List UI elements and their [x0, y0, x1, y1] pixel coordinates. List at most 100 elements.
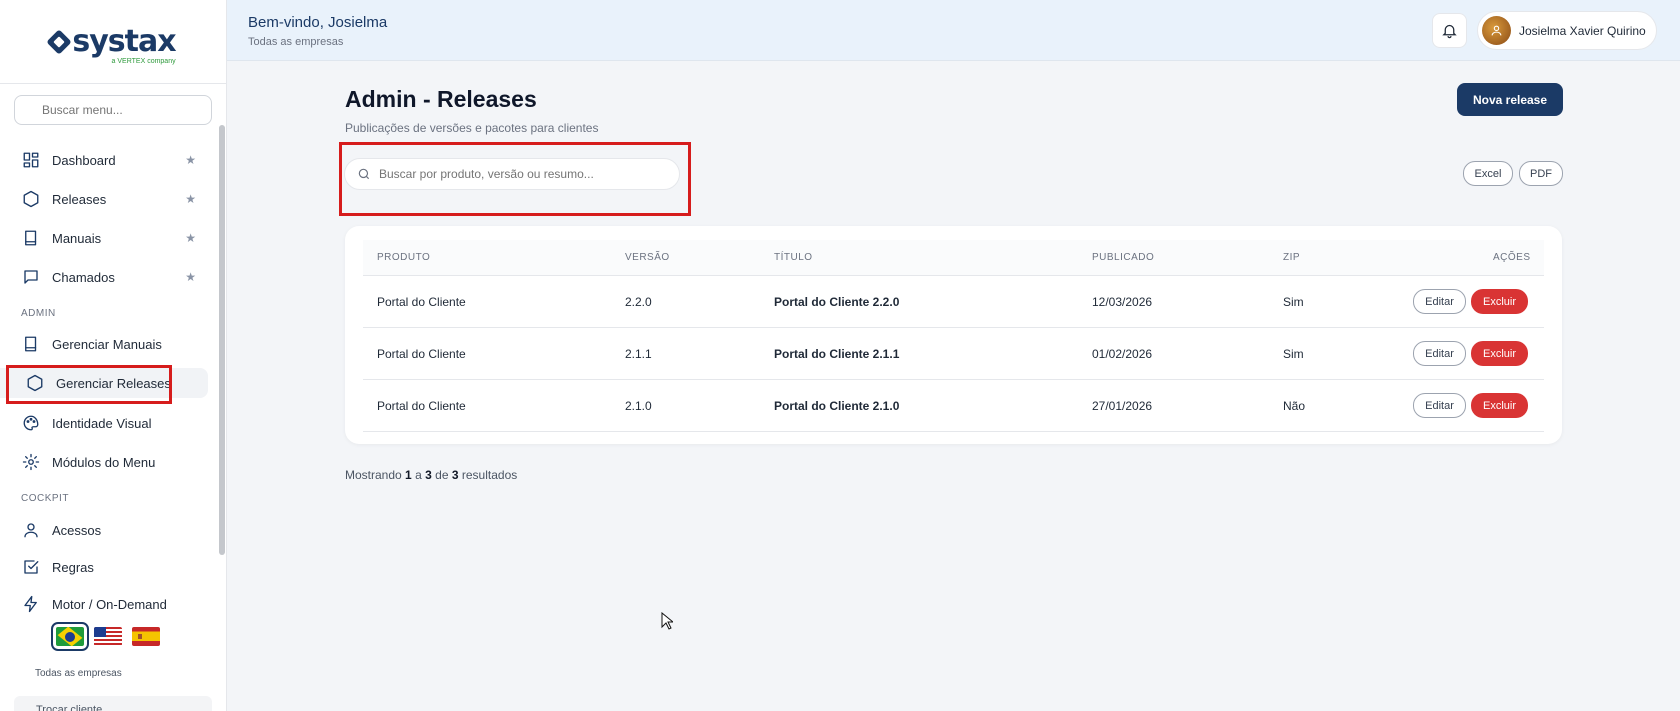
- sidebar: systax a VERTEX company Dashboard ★ Rele…: [0, 0, 227, 711]
- column-header[interactable]: VERSÃO: [625, 252, 670, 263]
- page-subtitle: Publicações de versões e pacotes para cl…: [345, 121, 599, 135]
- section-cockpit: COCKPIT: [21, 493, 69, 504]
- sidebar-item-chamados[interactable]: Chamados ★: [0, 262, 216, 292]
- palette-icon: [23, 415, 39, 431]
- sidebar-item-dashboard[interactable]: Dashboard ★: [0, 145, 216, 175]
- mouse-cursor-icon: [661, 612, 673, 630]
- column-header[interactable]: ZIP: [1283, 252, 1300, 263]
- notifications-button[interactable]: [1432, 13, 1467, 48]
- user-name: Josielma Xavier Quirino: [1519, 23, 1646, 38]
- sidebar-item-identidade-visual[interactable]: Identidade Visual: [0, 408, 216, 438]
- page-title: Admin - Releases: [345, 86, 537, 112]
- edit-button[interactable]: Editar: [1413, 393, 1466, 418]
- sidebar-item-motor-on-demand[interactable]: Motor / On-Demand: [0, 589, 216, 619]
- table-row: Portal do Cliente 2.2.0 Portal do Client…: [363, 276, 1544, 328]
- cell-publicado: 12/03/2026: [1092, 295, 1153, 309]
- pager-de: de: [435, 468, 449, 482]
- highlight-box: [6, 365, 172, 404]
- checkbox-icon: [24, 560, 39, 574]
- sidebar-item-modulos-do-menu[interactable]: Módulos do Menu: [0, 447, 216, 477]
- sidebar-scrollbar[interactable]: [219, 125, 225, 555]
- cell-publicado: 27/01/2026: [1092, 399, 1153, 413]
- column-header: AÇÕES: [1493, 252, 1531, 263]
- sidebar-item-regras[interactable]: Regras: [0, 552, 216, 582]
- sidebar-item-manuais[interactable]: Manuais ★: [0, 223, 216, 253]
- column-header[interactable]: PUBLICADO: [1092, 252, 1154, 263]
- logo-area: systax a VERTEX company: [0, 0, 226, 84]
- releases-table: PRODUTO VERSÃO TÍTULO PUBLICADO ZIP AÇÕE…: [345, 226, 1562, 444]
- menu-search-input[interactable]: [14, 95, 212, 125]
- sidebar-item-label: Identidade Visual: [52, 415, 152, 431]
- cell-produto: Portal do Cliente: [377, 347, 466, 361]
- cell-titulo: Portal do Cliente 2.1.1: [774, 347, 900, 361]
- cell-versao: 2.1.1: [625, 347, 652, 361]
- switch-client-button[interactable]: Trocar cliente: [14, 696, 212, 711]
- cell-publicado: 01/02/2026: [1092, 347, 1153, 361]
- cell-produto: Portal do Cliente: [377, 295, 466, 309]
- logo-mark: [46, 28, 73, 55]
- table-row: Portal do Cliente 2.1.1 Portal do Client…: [363, 328, 1544, 380]
- brand-logo[interactable]: systax a VERTEX company: [46, 23, 177, 65]
- dashboard-icon: [23, 152, 39, 168]
- flag-spain-icon[interactable]: [132, 627, 160, 646]
- star-icon[interactable]: ★: [185, 231, 196, 245]
- sidebar-item-label: Motor / On-Demand: [52, 596, 167, 612]
- user-icon: [1491, 25, 1502, 36]
- sidebar-item-gerenciar-manuais[interactable]: Gerenciar Manuais: [0, 329, 216, 359]
- bolt-icon: [24, 595, 37, 613]
- sidebar-item-label: Releases: [52, 191, 107, 207]
- pagination-summary: Mostrando 1 a 3 de 3 resultados: [345, 468, 517, 482]
- sidebar-item-label: Módulos do Menu: [52, 454, 156, 470]
- company-scope: Todas as empresas: [248, 36, 344, 48]
- star-icon[interactable]: ★: [185, 192, 196, 206]
- sidebar-item-label: Regras: [52, 559, 94, 575]
- top-header: Bem-vindo, Josielma Todas as empresas Jo…: [227, 0, 1680, 61]
- user-menu-button[interactable]: Josielma Xavier Quirino: [1477, 11, 1657, 50]
- brand-tagline: a VERTEX company: [111, 57, 176, 65]
- star-icon[interactable]: ★: [185, 270, 196, 284]
- brand-name: systax: [72, 23, 176, 59]
- sidebar-item-label: Dashboard: [52, 152, 116, 168]
- pager-from: 1: [405, 468, 412, 482]
- column-header[interactable]: TÍTULO: [774, 252, 813, 263]
- highlight-box: [339, 142, 691, 216]
- delete-button[interactable]: Excluir: [1471, 393, 1528, 418]
- edit-button[interactable]: Editar: [1413, 289, 1466, 314]
- pager-prefix: Mostrando: [345, 468, 402, 482]
- cell-versao: 2.1.0: [625, 399, 652, 413]
- table-row: Portal do Cliente 2.1.0 Portal do Client…: [363, 380, 1544, 432]
- delete-button[interactable]: Excluir: [1471, 341, 1528, 366]
- cell-titulo: Portal do Cliente 2.2.0: [774, 295, 900, 309]
- new-release-button[interactable]: Nova release: [1457, 83, 1563, 116]
- user-icon: [24, 523, 38, 538]
- sidebar-item-label: Acessos: [52, 522, 102, 538]
- cell-versao: 2.2.0: [625, 295, 652, 309]
- sidebar-item-label: Manuais: [52, 230, 102, 246]
- pager-suffix: resultados: [461, 468, 518, 482]
- sidebar-item-acessos[interactable]: Acessos: [0, 515, 216, 545]
- sidebar-item-label: Chamados: [52, 269, 115, 285]
- cell-produto: Portal do Cliente: [377, 399, 466, 413]
- welcome-text: Bem-vindo, Josielma: [248, 14, 388, 31]
- export-pdf-button[interactable]: PDF: [1519, 161, 1563, 186]
- edit-button[interactable]: Editar: [1413, 341, 1466, 366]
- column-header[interactable]: PRODUTO: [377, 252, 430, 263]
- flag-usa-icon[interactable]: [94, 627, 122, 646]
- company-label: Todas as empresas: [35, 668, 122, 679]
- pager-total: 3: [451, 468, 459, 482]
- flag-brazil-icon[interactable]: [51, 622, 89, 651]
- chat-icon: [24, 270, 38, 284]
- delete-button[interactable]: Excluir: [1471, 289, 1528, 314]
- sidebar-item-releases[interactable]: Releases ★: [0, 184, 216, 214]
- export-excel-button[interactable]: Excel: [1463, 161, 1513, 186]
- book-icon: [25, 336, 37, 352]
- star-icon[interactable]: ★: [185, 153, 196, 167]
- cell-titulo: Portal do Cliente 2.1.0: [774, 399, 900, 413]
- book-icon: [25, 230, 37, 246]
- table-header: PRODUTO VERSÃO TÍTULO PUBLICADO ZIP AÇÕE…: [363, 240, 1544, 276]
- gear-icon: [22, 453, 40, 471]
- pager-to: 3: [425, 468, 432, 482]
- avatar: [1482, 16, 1511, 45]
- cell-zip: Sim: [1283, 295, 1304, 309]
- cell-zip: Sim: [1283, 347, 1304, 361]
